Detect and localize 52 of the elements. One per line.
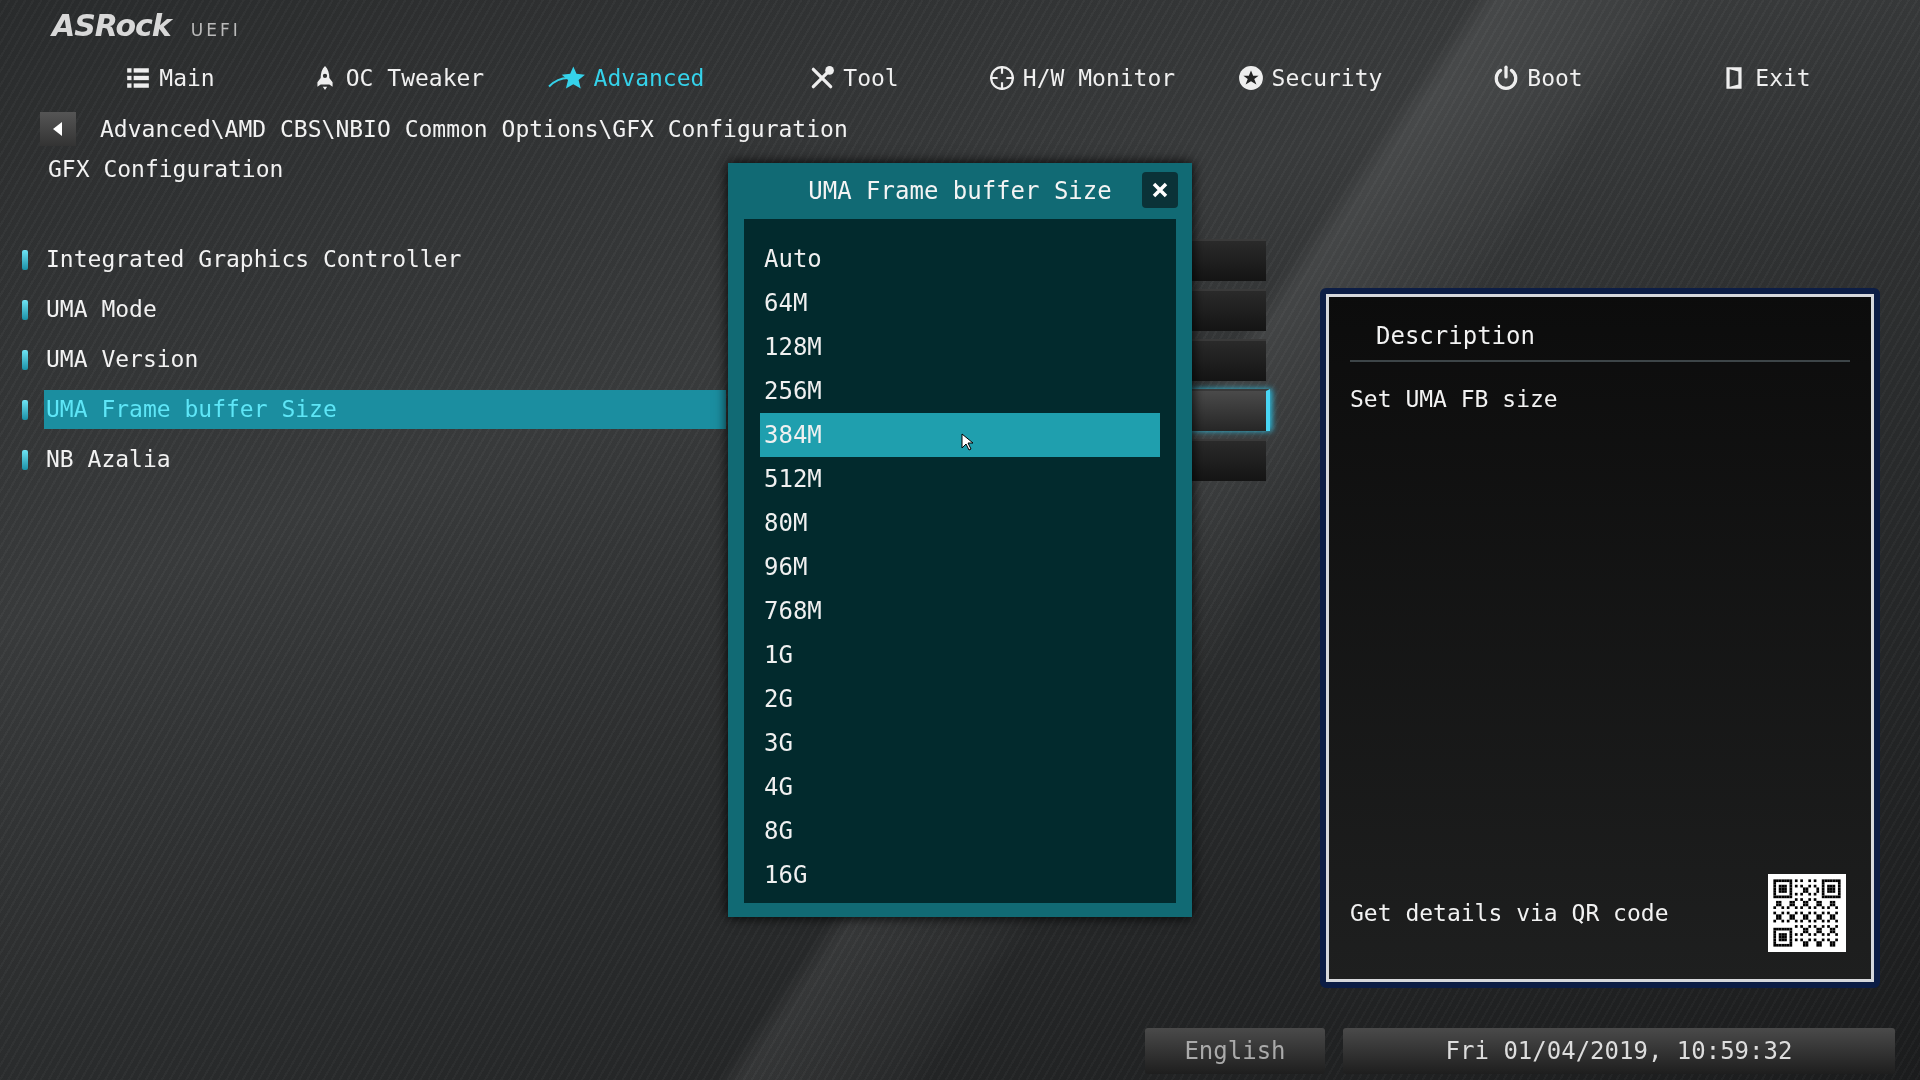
mouse-cursor-icon xyxy=(961,433,973,451)
option-item[interactable]: 64M xyxy=(760,281,1160,325)
option-item[interactable]: 80M xyxy=(760,501,1160,545)
option-item[interactable]: 16G xyxy=(760,853,1160,897)
nav-tab[interactable]: Advanced xyxy=(512,56,740,100)
nav-tab[interactable]: Boot xyxy=(1424,56,1652,100)
option-item[interactable]: 4G xyxy=(760,765,1160,809)
list-icon xyxy=(125,65,152,91)
close-button[interactable] xyxy=(1142,172,1178,208)
qr-caption: Get details via QR code xyxy=(1350,900,1669,926)
nav-tab[interactable]: H/W Monitor xyxy=(968,56,1196,100)
setting-item[interactable]: Integrated Graphics Controller xyxy=(44,240,726,279)
description-heading: Description xyxy=(1350,306,1850,362)
dialog-title: UMA Frame buffer Size xyxy=(808,177,1112,205)
option-item[interactable]: 768M xyxy=(760,589,1160,633)
option-item[interactable]: 3G xyxy=(760,721,1160,765)
option-item[interactable]: 8G xyxy=(760,809,1160,853)
nav-tab[interactable]: Security xyxy=(1196,56,1424,100)
item-marker xyxy=(22,399,28,420)
option-item[interactable]: 1G xyxy=(760,633,1160,677)
option-item[interactable]: 96M xyxy=(760,545,1160,589)
tools-icon xyxy=(809,65,836,91)
description-text: Set UMA FB size xyxy=(1350,385,1559,414)
setting-item[interactable]: UMA Mode xyxy=(44,290,726,329)
nav-tab[interactable]: Tool xyxy=(740,56,968,100)
nav-tab[interactable]: Exit xyxy=(1652,56,1880,100)
language-button[interactable]: English xyxy=(1145,1028,1325,1074)
option-item[interactable]: 256M xyxy=(760,369,1160,413)
item-marker xyxy=(22,449,28,470)
breadcrumb: Advanced\AMD CBS\NBIO Common Options\GFX Configuration xyxy=(100,116,848,142)
power-icon xyxy=(1493,65,1520,91)
item-marker xyxy=(22,349,28,370)
page-title: GFX Configuration xyxy=(48,156,284,182)
option-item[interactable]: 128M xyxy=(760,325,1160,369)
nav-tab[interactable]: Main xyxy=(56,56,284,100)
nav-tab[interactable]: OC Tweaker xyxy=(284,56,512,100)
brand-logo: ASRock xyxy=(52,8,171,43)
option-item[interactable]: Auto xyxy=(760,237,1160,281)
option-item[interactable]: 2G xyxy=(760,677,1160,721)
qr-code-icon xyxy=(1768,874,1846,952)
setting-item[interactable]: NB Azalia xyxy=(44,440,726,479)
item-marker xyxy=(22,249,28,270)
item-marker xyxy=(22,299,28,320)
date-time: Fri 01/04/2019, 10:59:32 xyxy=(1343,1028,1895,1074)
option-item[interactable]: 512M xyxy=(760,457,1160,501)
logo-suffix: UEFI xyxy=(190,20,241,40)
badge-icon xyxy=(1237,65,1264,91)
crosshair-icon xyxy=(988,65,1015,91)
setting-item[interactable]: UMA Version xyxy=(44,340,726,379)
back-button[interactable] xyxy=(40,112,76,146)
star-icon xyxy=(547,65,586,91)
close-icon xyxy=(1150,180,1170,200)
